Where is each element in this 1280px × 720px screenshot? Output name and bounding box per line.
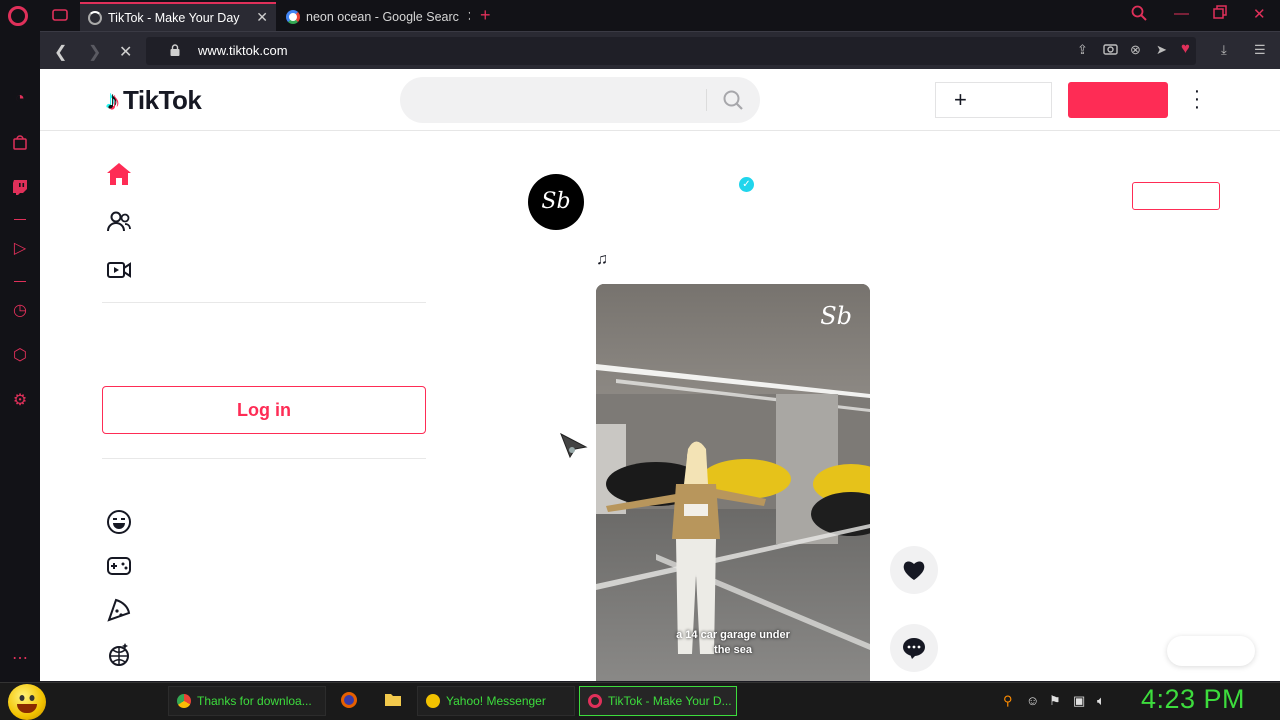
address-bar: ❮ ❯ ✕ www.tiktok.com ⇪ ⊗ ➤ ♥ ⤓ ☰	[40, 31, 1280, 69]
tiktok-header: ♪ TikTok + · · ·	[40, 69, 1280, 131]
heart-icon	[903, 561, 925, 580]
nav-divider	[102, 302, 426, 303]
close-window-icon[interactable]: ✕	[1253, 5, 1266, 23]
forward-arrow-icon[interactable]: ❯	[88, 42, 101, 62]
loading-spinner-icon	[88, 10, 102, 25]
tab-google-search[interactable]: neon ocean - Google Searc ✕	[278, 2, 470, 31]
follow-button[interactable]	[1132, 182, 1220, 210]
favorite-heart-icon[interactable]: ♥	[1181, 40, 1190, 57]
new-tab-plus-icon[interactable]: +	[480, 5, 491, 26]
video-caption: a 14 car garage under the sea	[596, 628, 870, 658]
tab-title: neon ocean - Google Searc	[306, 9, 459, 24]
tiktok-side-nav: Log in	[102, 131, 428, 681]
tab-close-icon[interactable]: ✕	[459, 8, 470, 25]
tiktok-logo[interactable]: ♪ TikTok	[106, 85, 202, 116]
taskbar-item-opera[interactable]: TikTok - Make Your D...	[579, 686, 737, 716]
login-button[interactable]: Log in	[102, 386, 426, 434]
network-icon[interactable]: ▣	[1073, 693, 1085, 709]
opera-icon	[588, 694, 602, 708]
share-icon[interactable]: ⇪	[1077, 42, 1088, 58]
nav-divider	[102, 458, 426, 459]
mouse-cursor-icon	[560, 433, 588, 459]
tab-title: TikTok - Make Your Day	[108, 10, 240, 25]
more-options-icon[interactable]: · · ·	[1190, 81, 1204, 117]
messenger-tray-icon[interactable]: ☺	[1026, 693, 1039, 708]
browser-sidebar: ◔ ▷ ◷ ⬡ ⚙ ⋯	[0, 31, 40, 682]
send-icon[interactable]: ➤	[1156, 42, 1167, 58]
food-icon[interactable]	[106, 597, 132, 623]
following-icon[interactable]	[106, 209, 132, 235]
video-watermark: Sb	[820, 302, 852, 330]
taskbar-item-label: Thanks for downloa...	[197, 694, 312, 708]
sidebar-divider	[14, 281, 26, 282]
easy-setup-menu-icon[interactable]: ☰	[1254, 42, 1266, 58]
video-player[interactable]: Sb a 14 car garage under the sea	[596, 284, 870, 681]
player-icon[interactable]: ▷	[10, 239, 30, 259]
download-icon[interactable]: ⤓	[1221, 42, 1227, 58]
shopping-bag-icon[interactable]	[10, 134, 30, 154]
folder-icon[interactable]	[383, 691, 403, 711]
twitch-icon[interactable]	[10, 179, 30, 199]
taskbar-item-label: Yahoo! Messenger	[446, 694, 546, 708]
url-text[interactable]: www.tiktok.com	[198, 43, 288, 58]
taskbar: Thanks for downloa... Yahoo! Messenger T…	[0, 682, 1280, 720]
tiktok-page: ♪ TikTok + · · · Log in Sb ✓ ♫ Sb a 14 c…	[40, 69, 1280, 681]
search-tabs-icon[interactable]	[1131, 5, 1147, 25]
chrome-icon	[177, 694, 191, 708]
logo-text: TikTok	[123, 85, 202, 115]
box-icon[interactable]: ⬡	[10, 346, 30, 366]
start-button-smiley-icon[interactable]	[8, 684, 46, 720]
firefox-icon[interactable]	[339, 691, 359, 711]
stop-loading-icon[interactable]: ✕	[119, 42, 132, 62]
opera-menu-icon[interactable]	[8, 6, 28, 26]
workspaces-icon[interactable]	[52, 8, 68, 22]
taskbar-item-yahoo-messenger[interactable]: Yahoo! Messenger	[417, 686, 575, 716]
live-icon[interactable]	[106, 257, 132, 283]
action-center-flag-icon[interactable]: ⚑	[1049, 693, 1061, 709]
tiktok-note-icon: ♪	[106, 85, 119, 115]
avatar[interactable]: Sb	[528, 174, 584, 230]
taskbar-item-chrome[interactable]: Thanks for downloa...	[168, 686, 326, 716]
verified-badge-icon: ✓	[739, 177, 754, 192]
url-field[interactable]: www.tiktok.com	[146, 37, 1196, 65]
tab-tiktok[interactable]: TikTok - Make Your Day ✕	[80, 2, 276, 31]
lock-icon	[170, 44, 180, 56]
dance-icon[interactable]	[106, 641, 132, 667]
comedy-icon[interactable]	[106, 509, 132, 535]
browser-tab-bar: TikTok - Make Your Day ✕ neon ocean - Go…	[0, 0, 1280, 31]
more-icon[interactable]: ⋯	[10, 649, 30, 669]
speed-dial-icon[interactable]: ◔	[10, 89, 30, 109]
comment-button[interactable]	[890, 624, 938, 672]
gaming-icon[interactable]	[106, 553, 132, 579]
google-icon	[286, 9, 300, 24]
search-tray-icon[interactable]: ⚲	[1003, 693, 1013, 709]
search-input[interactable]	[400, 77, 760, 123]
ad-block-icon[interactable]: ⊗	[1130, 42, 1141, 58]
settings-icon[interactable]: ⚙	[10, 391, 30, 411]
header-login-button[interactable]	[1068, 82, 1168, 118]
get-app-button[interactable]	[1167, 636, 1255, 666]
search-icon[interactable]	[722, 89, 744, 111]
minimize-icon[interactable]: —	[1174, 5, 1189, 22]
home-icon[interactable]	[106, 161, 132, 187]
plus-icon: +	[954, 87, 967, 112]
history-icon[interactable]: ◷	[10, 301, 30, 321]
tab-close-icon[interactable]: ✕	[248, 9, 268, 26]
upload-button[interactable]: +	[935, 82, 1052, 118]
video-frame	[596, 284, 870, 681]
restore-icon[interactable]	[1213, 5, 1227, 23]
comment-icon	[903, 638, 925, 659]
taskbar-item-label: TikTok - Make Your D...	[608, 694, 732, 708]
yahoo-messenger-icon	[426, 694, 440, 708]
caption-line-1: a 14 car garage under	[676, 629, 790, 641]
back-arrow-icon[interactable]: ❮	[54, 42, 67, 62]
search-divider	[706, 89, 707, 111]
taskbar-clock[interactable]: 4:23 PM	[1141, 684, 1245, 715]
volume-icon[interactable]: 🔈︎	[1097, 693, 1105, 709]
caption-line-2: the sea	[714, 644, 752, 656]
sidebar-divider	[14, 219, 26, 220]
snapshot-camera-icon[interactable]	[1103, 42, 1118, 58]
like-button[interactable]	[890, 546, 938, 594]
music-note-icon: ♫	[596, 251, 608, 268]
